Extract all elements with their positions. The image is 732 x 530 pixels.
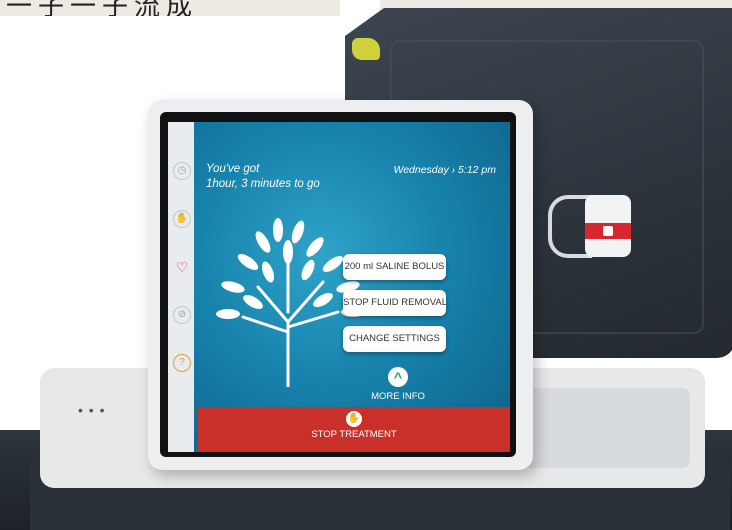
speaker-holes: • • • bbox=[78, 402, 106, 418]
treatment-screen: ◷ ✋ ♡ ⊘ ? You've got 1hour, 3 minutes to… bbox=[168, 122, 510, 452]
date-time: Wednesday › 5:12 pm bbox=[393, 164, 496, 176]
help-icon[interactable]: ? bbox=[173, 354, 191, 372]
chevron-up-icon: ^ bbox=[388, 367, 408, 387]
clock-icon[interactable]: ◷ bbox=[173, 162, 191, 180]
stop-hand-icon: ✋ bbox=[346, 411, 362, 427]
banner-text: 一子一子流成 bbox=[6, 0, 199, 16]
heart-icon[interactable]: ♡ bbox=[173, 258, 191, 276]
hand-wave-icon[interactable]: ✋ bbox=[173, 210, 191, 228]
lock-icon[interactable]: ⊘ bbox=[173, 306, 191, 324]
top-banner: 一子一子流成 bbox=[0, 0, 340, 16]
stop-fluid-removal-button[interactable]: STOP FLUID REMOVAL bbox=[343, 290, 446, 316]
more-info-label: MORE INFO bbox=[371, 391, 425, 402]
change-settings-button[interactable]: CHANGE SETTINGS bbox=[343, 326, 446, 352]
time-remaining: You've got 1hour, 3 minutes to go bbox=[206, 163, 320, 190]
touch-tablet: ◷ ✋ ♡ ⊘ ? You've got 1hour, 3 minutes to… bbox=[148, 100, 533, 470]
stop-treatment-button[interactable]: ✋ STOP TREATMENT bbox=[198, 407, 510, 452]
lid-hook[interactable] bbox=[352, 38, 380, 60]
more-info-button[interactable]: ^ MORE INFO bbox=[363, 367, 433, 402]
tablet-bezel: ◷ ✋ ♡ ⊘ ? You've got 1hour, 3 minutes to… bbox=[160, 112, 516, 457]
fluid-valve[interactable] bbox=[585, 195, 631, 257]
saline-bolus-button[interactable]: 200 ml SALINE BOLUS bbox=[343, 254, 446, 280]
valve-indicator bbox=[603, 226, 613, 236]
tray-well bbox=[510, 388, 690, 468]
stop-treatment-label: STOP TREATMENT bbox=[311, 429, 397, 440]
side-rail: ◷ ✋ ♡ ⊘ ? bbox=[168, 122, 194, 452]
